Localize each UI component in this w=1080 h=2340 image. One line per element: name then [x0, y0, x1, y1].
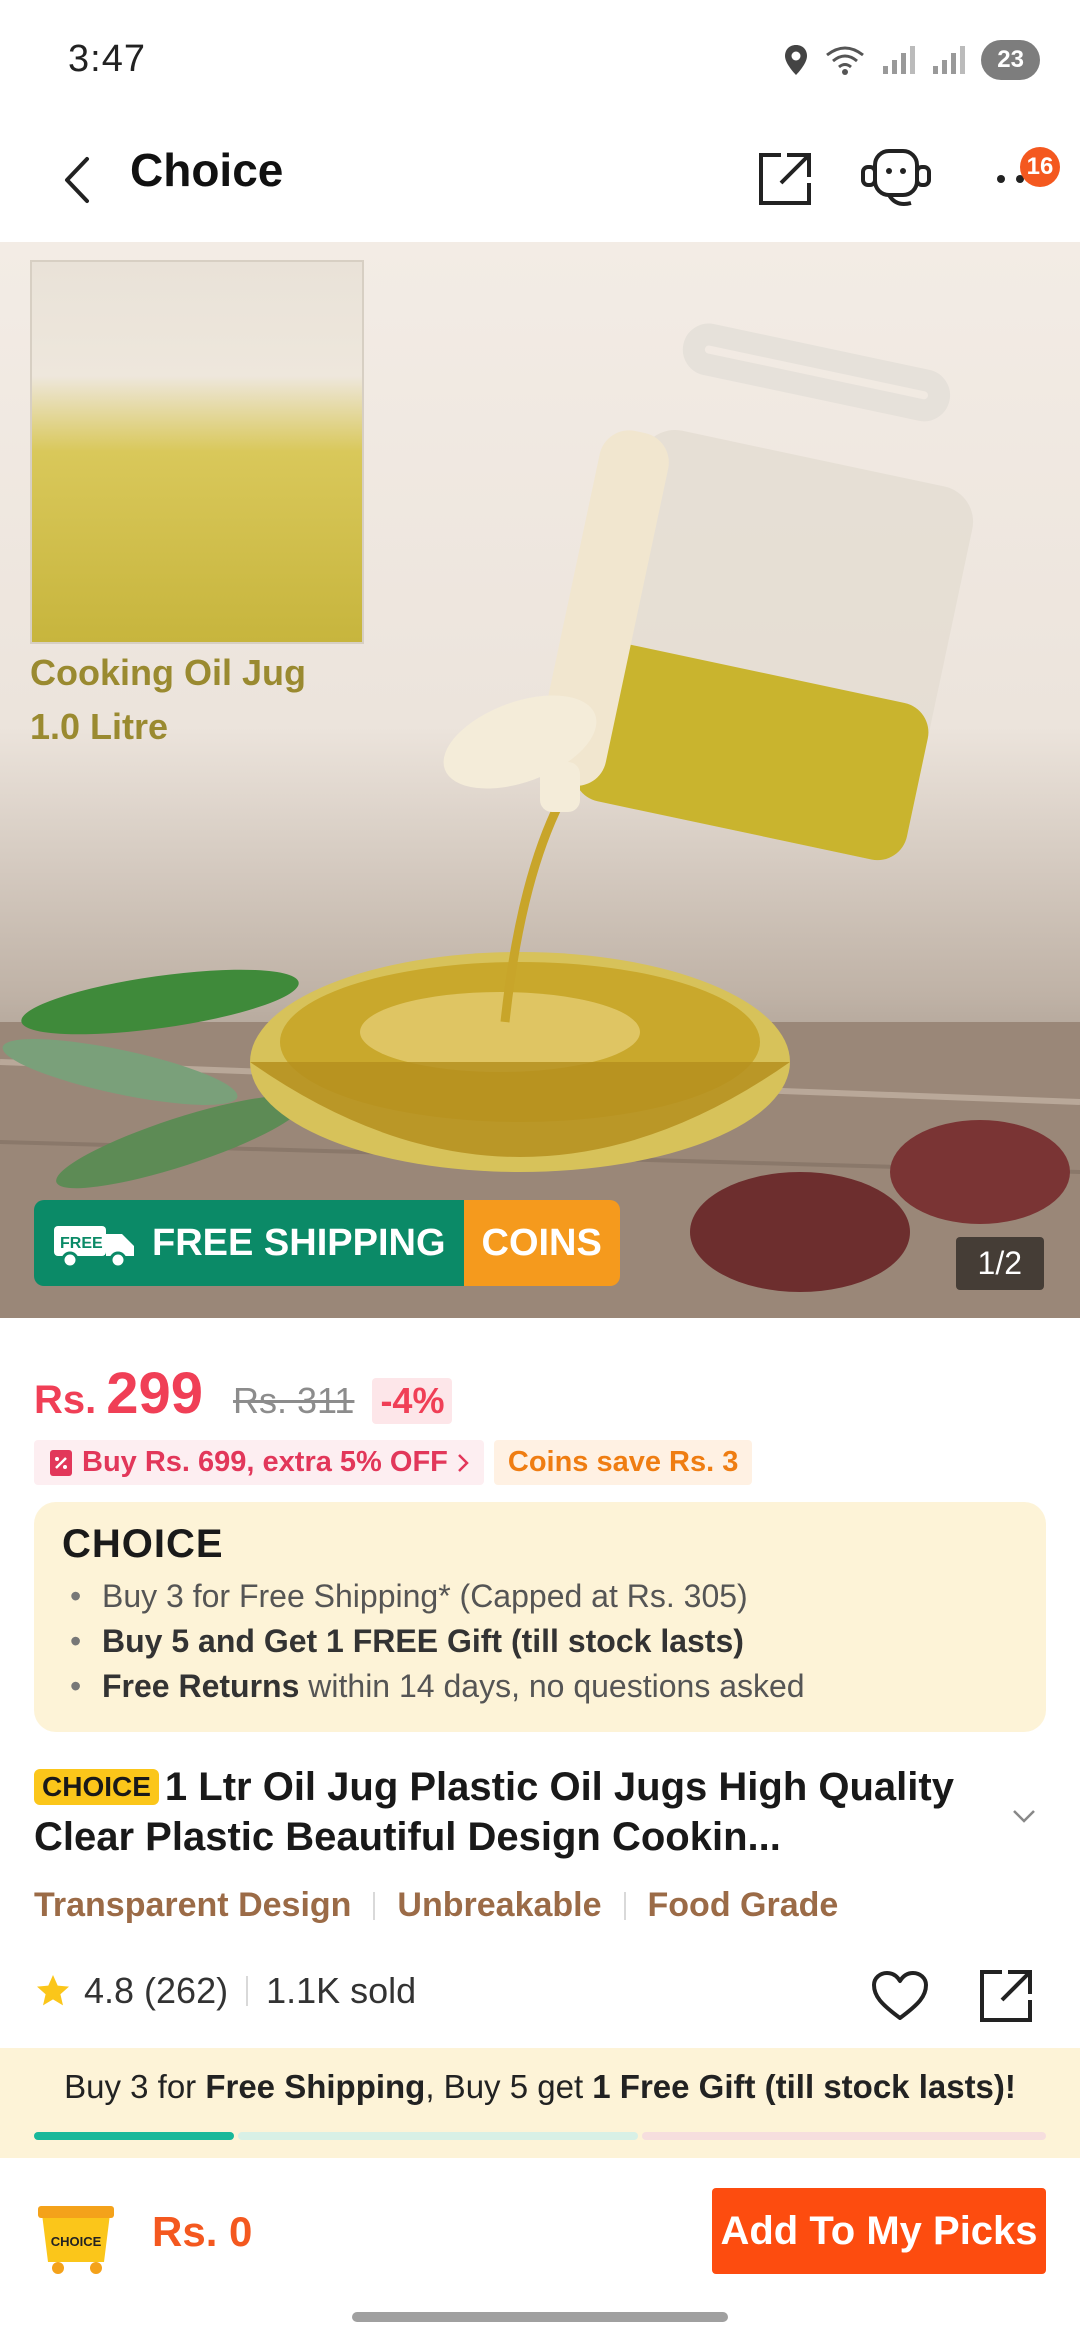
support-agent-icon — [861, 149, 931, 206]
bundle-text-part4: 1 Free Gift (till stock lasts)! — [592, 2068, 1016, 2105]
home-indicator[interactable] — [352, 2312, 728, 2322]
wifi-icon — [826, 46, 865, 75]
status-bar: 3:47 23 — [0, 0, 1080, 125]
more-button[interactable]: 16 — [970, 139, 1070, 219]
product-title-text: 1 Ltr Oil Jug Plastic Oil Jugs High Qual… — [34, 1765, 954, 1859]
promo-row: Buy Rs. 699, extra 5% OFF Coins save Rs.… — [34, 1440, 753, 1485]
inset-product-photo — [30, 260, 364, 644]
bundle-text-part3: , Buy 5 get — [425, 2068, 593, 2105]
coupon-icon — [50, 1449, 72, 1476]
bottom-action-bar: CHOICE Rs. 0 Add To My Picks — [0, 2158, 1080, 2308]
bundle-text-part2: Free Shipping — [205, 2068, 426, 2105]
share-button[interactable] — [745, 139, 825, 219]
free-shipping-banner: FREE FREE SHIPPING COINS — [34, 1200, 620, 1286]
original-price: Rs. 311 — [233, 1380, 355, 1421]
cart-logo-text: CHOICE — [51, 2234, 102, 2249]
tag-divider — [623, 1891, 626, 1920]
star-icon — [37, 1975, 69, 2006]
progress-segment — [238, 2132, 638, 2140]
wishlist-button[interactable] — [864, 1960, 936, 2032]
notification-badge: 16 — [1020, 147, 1060, 187]
delivery-truck-icon: FREE — [54, 1226, 134, 1268]
inset-caption-line2: 1.0 Litre — [30, 706, 169, 747]
sold-count: 1.1K sold — [266, 1970, 417, 2011]
share-icon — [759, 153, 811, 205]
free-shipping-label: FREE SHIPPING — [152, 1221, 446, 1264]
free-returns-rest: within 14 days, no questions asked — [299, 1668, 805, 1704]
choice-logo: CHOICE — [62, 1522, 224, 1566]
coins-label: COINS — [463, 1200, 620, 1286]
product-title[interactable]: CHOICE 1 Ltr Oil Jug Plastic Oil Jugs Hig… — [34, 1762, 1004, 1862]
benefit-free-gift: Buy 5 and Get 1 FREE Gift (till stock la… — [62, 1619, 1018, 1664]
status-time: 3:47 — [68, 38, 146, 80]
choice-benefits-list: Buy 3 for Free Shipping* (Capped at Rs. … — [62, 1574, 1018, 1709]
heart-icon — [872, 1971, 928, 2020]
share-icon — [980, 1970, 1032, 2022]
tag-transparent-design: Transparent Design — [34, 1886, 352, 1924]
bundle-text-part1: Buy 3 for — [64, 2068, 206, 2105]
expand-title-icon[interactable] — [1004, 1796, 1044, 1836]
feature-tags: Transparent Design Unbreakable Food Grad… — [34, 1886, 838, 1925]
free-returns-bold: Free Returns — [102, 1668, 300, 1704]
rating-row[interactable]: 4.8 (262) 1.1K sold — [34, 1970, 416, 2012]
back-button[interactable] — [46, 145, 106, 215]
inset-caption: Cooking Oil Jug 1.0 Litre — [30, 646, 306, 754]
rating-divider — [246, 1976, 249, 2006]
bundle-offer-link[interactable]: Buy Rs. 699, extra 5% OFF — [34, 1440, 484, 1485]
price-currency: Rs. — [34, 1378, 97, 1422]
battery-indicator: 23 — [981, 40, 1040, 80]
tag-unbreakable: Unbreakable — [397, 1886, 602, 1924]
tag-divider — [373, 1891, 376, 1920]
discount-badge: -4% — [372, 1378, 453, 1424]
image-counter: 1/2 — [955, 1237, 1044, 1290]
price-row: Rs. 299 Rs. 311 -4% — [34, 1360, 453, 1427]
benefit-free-shipping: Buy 3 for Free Shipping* (Capped at Rs. … — [62, 1574, 1018, 1619]
coins-save-badge: Coins save Rs. 3 — [493, 1440, 753, 1485]
location-icon — [785, 45, 808, 75]
status-icons: 23 — [783, 40, 1040, 80]
choice-tag: CHOICE — [34, 1769, 159, 1805]
inset-caption-line1: Cooking Oil Jug — [30, 652, 306, 693]
choice-benefits-box[interactable]: CHOICE Buy 3 for Free Shipping* (Capped … — [34, 1502, 1046, 1732]
bundle-offer-text: Buy Rs. 699, extra 5% OFF — [82, 1446, 448, 1478]
share-product-button[interactable] — [970, 1960, 1042, 2032]
signal-icon-2 — [933, 46, 966, 74]
benefit-free-returns: Free Returns within 14 days, no question… — [62, 1664, 1018, 1709]
current-price: 299 — [106, 1361, 204, 1426]
tag-food-grade: Food Grade — [647, 1886, 839, 1924]
choice-cart-button[interactable]: CHOICE — [34, 2196, 118, 2276]
free-label: FREE — [60, 1235, 103, 1252]
bundle-progress-bar — [34, 2132, 1046, 2140]
customer-service-button[interactable] — [856, 139, 936, 219]
chevron-right-icon — [457, 1453, 469, 1472]
signal-icon — [883, 46, 916, 74]
product-image-gallery[interactable]: Cooking Oil Jug 1.0 Litre FREE FREE SHIP… — [0, 242, 1080, 1318]
bundle-banner-text: Buy 3 for Free Shipping, Buy 5 get 1 Fre… — [0, 2068, 1080, 2106]
free-shipping-section: FREE FREE SHIPPING — [34, 1200, 464, 1286]
cart-box-icon: CHOICE — [38, 2206, 114, 2274]
header: Choice 16 — [0, 125, 1080, 240]
benefit-free-gift-text: Buy 5 and Get 1 FREE Gift (till stock la… — [102, 1623, 744, 1659]
cart-total: Rs. 0 — [152, 2208, 253, 2255]
rating-value: 4.8 (262) — [84, 1970, 229, 2011]
add-to-my-picks-button[interactable]: Add To My Picks — [712, 2188, 1046, 2274]
chevron-left-icon — [65, 157, 89, 203]
page-title: Choice — [130, 144, 284, 196]
progress-segment — [642, 2132, 1046, 2140]
progress-segment-filled — [34, 2132, 234, 2140]
bundle-banner[interactable]: Buy 3 for Free Shipping, Buy 5 get 1 Fre… — [0, 2048, 1080, 2158]
